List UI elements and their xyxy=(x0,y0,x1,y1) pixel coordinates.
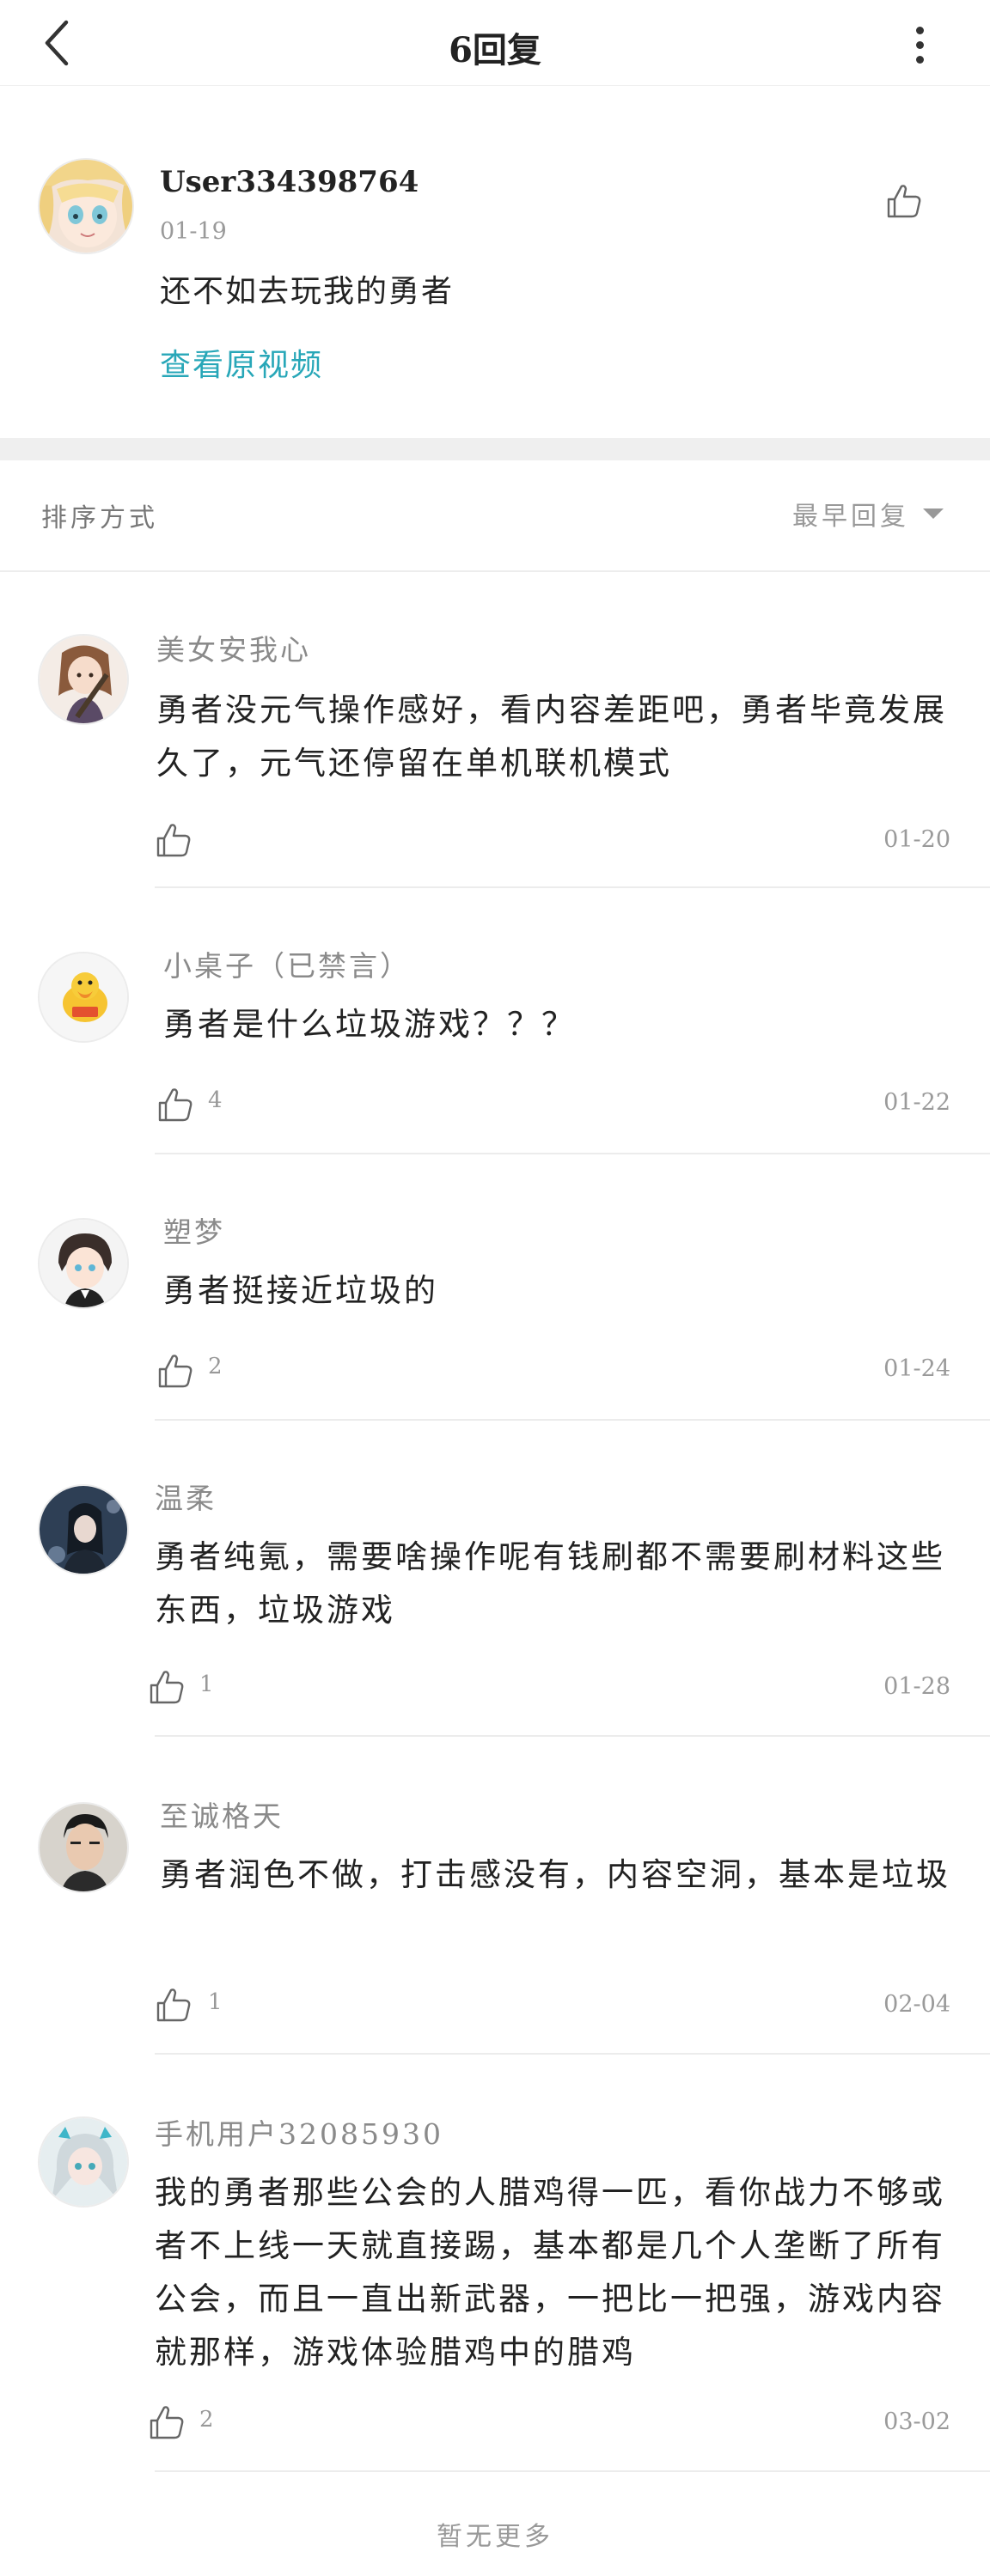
caret-down-icon xyxy=(923,509,944,519)
thumbs-up-icon[interactable] xyxy=(155,821,192,859)
section-divider xyxy=(0,438,990,460)
top-bar: 6回复 xyxy=(0,0,990,86)
reply-text: 勇者纯氪，需要啥操作呢有钱刷都不需要刷材料这些东西，垃圾游戏 xyxy=(155,1538,945,1629)
original-comment: User334398764 01-19 还不如去玩我的勇者 查看原视频 xyxy=(0,86,990,438)
reply-username[interactable]: 温柔 xyxy=(155,1476,217,1517)
reply-divider xyxy=(155,1153,990,1154)
thumbs-up-icon[interactable] xyxy=(156,1086,194,1124)
reply-date: 02-04 xyxy=(883,1991,950,2018)
reply-divider xyxy=(155,886,990,888)
reply-text: 勇者挺接近垃圾的 xyxy=(163,1272,438,1309)
original-username[interactable]: User334398764 xyxy=(160,165,419,199)
reply-divider xyxy=(155,1735,990,1737)
sort-value: 最早回复 xyxy=(792,502,909,532)
reply-item: 至诚格天 勇者润色不做，打击感没有，内容空洞，基本是垃圾 1 02-04 xyxy=(0,1787,990,2061)
reply-item: 塑梦 勇者挺接近垃圾的 2 01-24 xyxy=(0,1203,990,1426)
reply-text: 勇者是什么垃圾游戏？？？ xyxy=(163,1006,576,1043)
reply-item: 手机用户32085930 我的勇者那些公会的人腊鸡得一匹，看你战力不够或者不上线… xyxy=(0,2104,990,2482)
reply-item: 温柔 勇者纯氪，需要啥操作呢有钱刷都不需要刷材料这些东西，垃圾游戏 1 01-2… xyxy=(0,1469,990,1744)
reply-item: 美女安我心 勇者没元气操作感好，看内容差距吧，勇者毕竟发展久了，元气还停留在单机… xyxy=(0,618,990,893)
view-original-video-link[interactable]: 查看原视频 xyxy=(160,340,323,385)
no-more-replies: 暂无更多 xyxy=(437,2522,553,2552)
more-vertical-icon xyxy=(915,26,924,34)
reply-text: 勇者润色不做，打击感没有，内容空洞，基本是垃圾 xyxy=(160,1856,950,1893)
avatar[interactable] xyxy=(38,1218,129,1309)
sort-dropdown[interactable]: 最早回复 xyxy=(792,495,944,533)
thumbs-up-icon[interactable] xyxy=(156,1352,194,1390)
reply-text: 我的勇者那些公会的人腊鸡得一匹，看你战力不够或者不上线一天就直接踢，基本都是几个… xyxy=(155,2174,945,2371)
like-count: 1 xyxy=(199,1672,214,1697)
original-date: 01-19 xyxy=(160,218,227,245)
original-comment-text: 还不如去玩我的勇者 xyxy=(160,274,455,309)
reply-date: 01-20 xyxy=(883,826,950,853)
like-count: 1 xyxy=(208,1989,223,2015)
reply-date: 01-22 xyxy=(883,1089,950,1116)
thumbs-up-icon[interactable] xyxy=(148,2403,186,2441)
reply-divider xyxy=(155,1419,990,1421)
reply-item: 小桌子（已禁言） 勇者是什么垃圾游戏？？？ 4 01-22 xyxy=(0,936,990,1160)
reply-username[interactable]: 手机用户32085930 xyxy=(155,2111,443,2153)
reply-divider xyxy=(155,2470,990,2472)
avatar[interactable] xyxy=(38,1484,129,1575)
reply-username[interactable]: 小桌子（已禁言） xyxy=(163,943,411,984)
more-options-button[interactable] xyxy=(902,19,937,70)
reply-text: 勇者没元气操作感好，看内容差距吧，勇者毕竟发展久了，元气还停留在单机联机模式 xyxy=(156,691,947,782)
reply-date: 01-28 xyxy=(883,1673,950,1700)
reply-username[interactable]: 美女安我心 xyxy=(156,627,311,668)
reply-divider xyxy=(155,2053,990,2055)
reply-username[interactable]: 至诚格天 xyxy=(160,1793,284,1835)
reply-date: 03-02 xyxy=(883,2409,950,2435)
sort-label: 排序方式 xyxy=(41,503,158,533)
avatar[interactable] xyxy=(38,1802,129,1893)
avatar[interactable] xyxy=(38,634,129,725)
like-count: 2 xyxy=(199,2407,214,2433)
avatar[interactable] xyxy=(38,2116,129,2208)
like-count: 2 xyxy=(208,1354,223,1379)
thumbs-up-icon[interactable] xyxy=(148,1668,186,1706)
page-title: 6回复 xyxy=(449,30,541,70)
reply-date: 01-24 xyxy=(883,1355,950,1382)
reply-username[interactable]: 塑梦 xyxy=(163,1209,225,1251)
avatar[interactable] xyxy=(38,158,134,254)
thumbs-up-icon[interactable] xyxy=(885,182,923,220)
thumbs-up-icon[interactable] xyxy=(155,1986,192,2024)
avatar[interactable] xyxy=(38,952,129,1043)
like-count: 4 xyxy=(208,1087,223,1113)
sort-bar: 排序方式 最早回复 xyxy=(0,460,990,572)
